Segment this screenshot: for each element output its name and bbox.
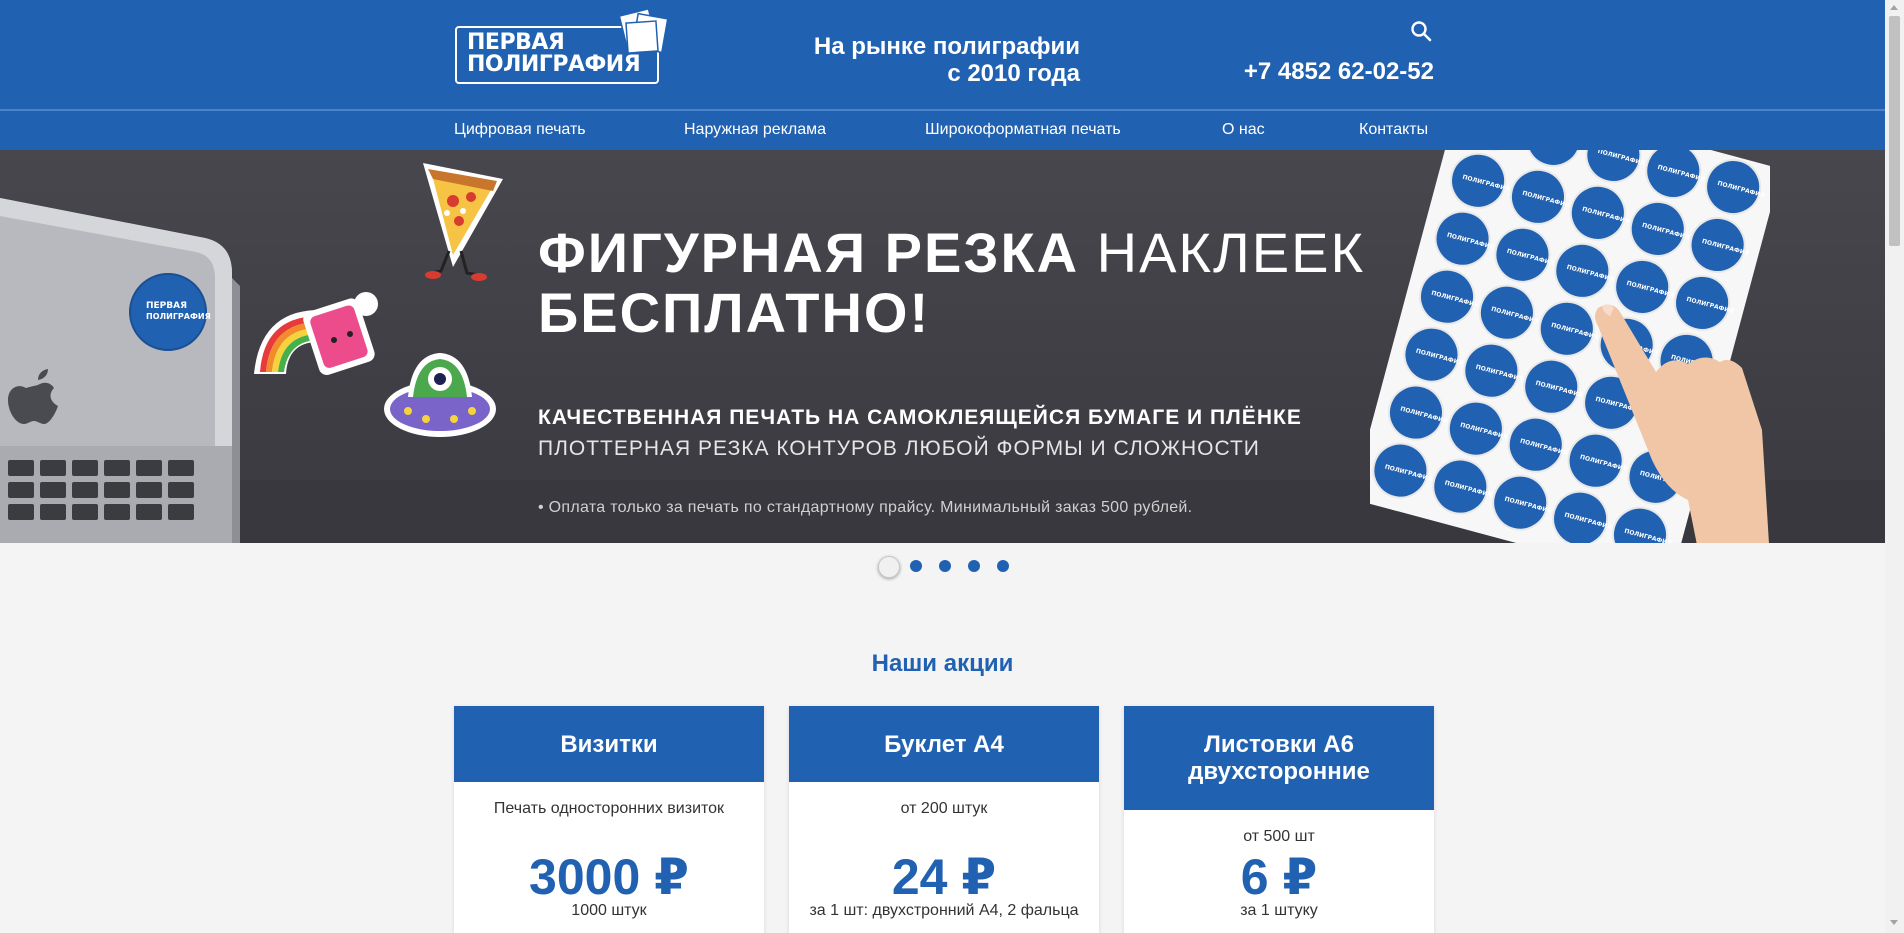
nav-item-contacts[interactable]: Контакты [1359,121,1428,139]
promo-card-subtitle: от 200 штук [900,800,988,817]
tagline: На рынке полиграфии с 2010 года [760,33,1080,87]
slider-dot-1[interactable] [878,556,900,578]
sticker-sheet-illustration: ПОЛИГРАФИЯПОЛИГРАФИЯПОЛИГРАФИЯПОЛИГРАФИЯ… [1370,150,1770,543]
rainbow-sticker-illustration [254,292,378,375]
tagline-line-1: На рынке полиграфии [813,33,1080,60]
nav-item-outdoor-ads[interactable]: Наружная реклама [684,121,826,139]
promo-card-note: за 1 штуку [1240,902,1318,919]
promo-card-business-cards[interactable]: Визитки Печать односторонних визиток 300… [454,706,764,933]
site-header: Первая Полиграфия На рынке полиграфии с … [0,0,1885,111]
promo-card-title: Листовки А6 двухсторонние [1124,706,1434,810]
laptop-illustration: ПЕРВАЯ ПОЛИГРАФИЯ [0,198,240,543]
svg-text:ПЕРВАЯ: ПЕРВАЯ [146,301,187,311]
banner-subtitle-1: КАЧЕСТВЕННАЯ ПЕЧАТЬ НА САМОКЛЕЯЩЕЙСЯ БУМ… [538,406,1302,429]
nav-item-digital-print[interactable]: Цифровая печать [454,121,586,139]
papers-icon [618,7,669,54]
tagline-line-2: с 2010 года [947,60,1080,87]
banner-title-line-2: БЕСПЛАТНО! [538,281,931,344]
search-icon[interactable] [1410,20,1432,42]
banner-title-bold: ФИГУРНАЯ РЕЗКА [538,221,1080,284]
promo-card-booklet[interactable]: Буклет А4 от 200 штук 24 ₽ за 1 шт: двух… [789,706,1099,933]
promo-card-note: 1000 штук [571,902,647,919]
slider-dot-5[interactable] [997,560,1009,572]
ufo-sticker-illustration [384,353,496,437]
promotions-title: Наши акции [871,650,1014,677]
phone-number[interactable]: +7 4852 62-02-52 [1200,58,1434,86]
promo-card-flyers[interactable]: Листовки А6 двухсторонние от 500 шт 6 ₽ … [1124,706,1434,933]
scroll-thumb[interactable] [1889,16,1900,246]
nav-item-about[interactable]: О нас [1222,121,1265,139]
slider-dot-4[interactable] [968,560,980,572]
slider-dot-2[interactable] [910,560,922,572]
svg-text:ПОЛИГРАФИЯ: ПОЛИГРАФИЯ [146,312,211,321]
hero-banner[interactable]: ПЕРВАЯ ПОЛИГРАФИЯ ФИГУРНАЯ РЕЗКА НАКЛЕЕК… [0,150,1885,543]
logo-line-2: Полиграфия [467,52,641,77]
main-nav: Цифровая печать Наружная реклама Широкоф… [0,111,1885,150]
promo-card-title: Буклет А4 [789,706,1099,782]
promo-card-subtitle: Печать односторонних визиток [493,800,725,817]
slider-dot-3[interactable] [939,560,951,572]
scroll-up-arrow-icon[interactable] [1890,5,1898,10]
promo-card-price: 6 ₽ [1240,849,1318,905]
nav-item-wide-format[interactable]: Широкоформатная печать [925,121,1121,139]
logo[interactable]: Первая Полиграфия [455,7,669,86]
banner-note: • Оплата только за печать по стандартном… [538,499,1193,516]
banner-subtitle-2: ПЛОТТЕРНАЯ РЕЗКА КОНТУРОВ ЛЮБОЙ ФОРМЫ И … [538,437,1260,460]
promo-card-price: 24 ₽ [891,849,997,905]
scroll-down-arrow-icon[interactable] [1890,920,1898,925]
promo-card-price: 3000 ₽ [529,849,689,905]
banner-title: ФИГУРНАЯ РЕЗКА НАКЛЕЕК [538,220,1365,285]
promo-card-note: за 1 шт: двухстронний А4, 2 фальца [809,902,1079,919]
page-scrollbar[interactable] [1885,0,1904,933]
banner-title-light: НАКЛЕЕК [1096,221,1366,284]
promo-card-title: Визитки [454,706,764,782]
promo-card-subtitle: от 500 шт [1243,828,1315,845]
pizza-sticker-illustration [423,163,503,281]
